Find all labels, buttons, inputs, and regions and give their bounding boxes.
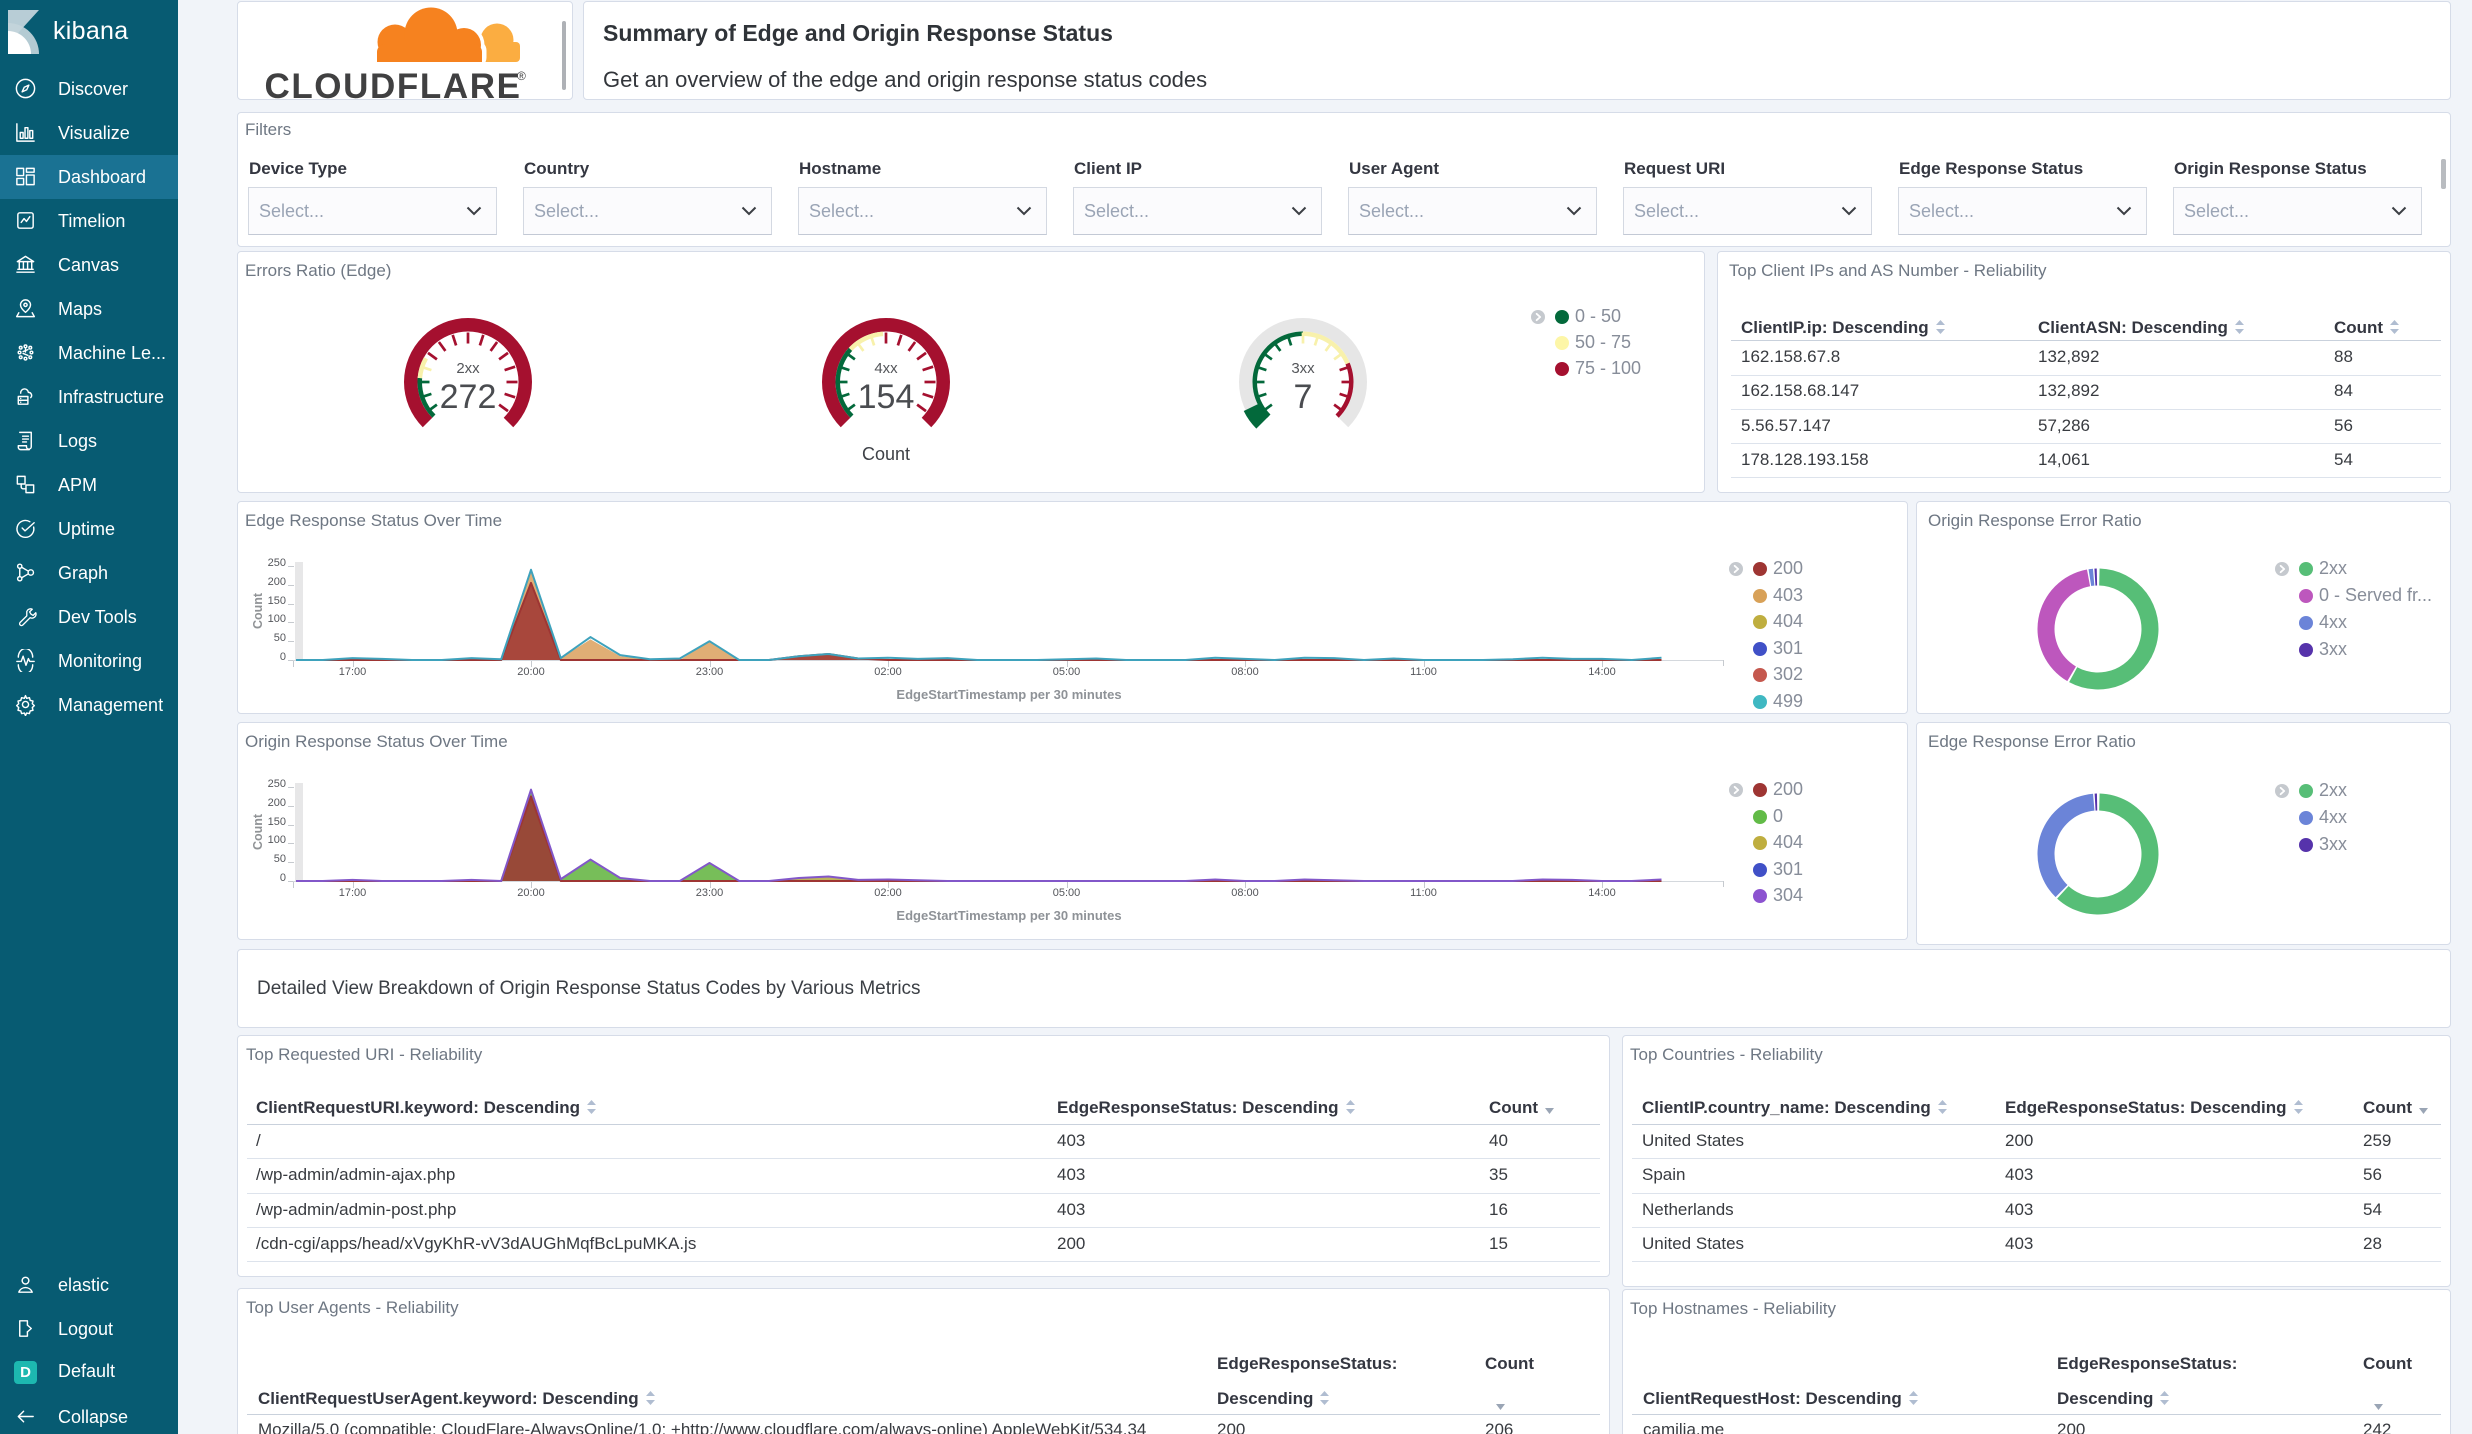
svg-text:®: ® bbox=[517, 69, 526, 83]
svg-text:CLOUDFLARE: CLOUDFLARE bbox=[264, 67, 521, 100]
